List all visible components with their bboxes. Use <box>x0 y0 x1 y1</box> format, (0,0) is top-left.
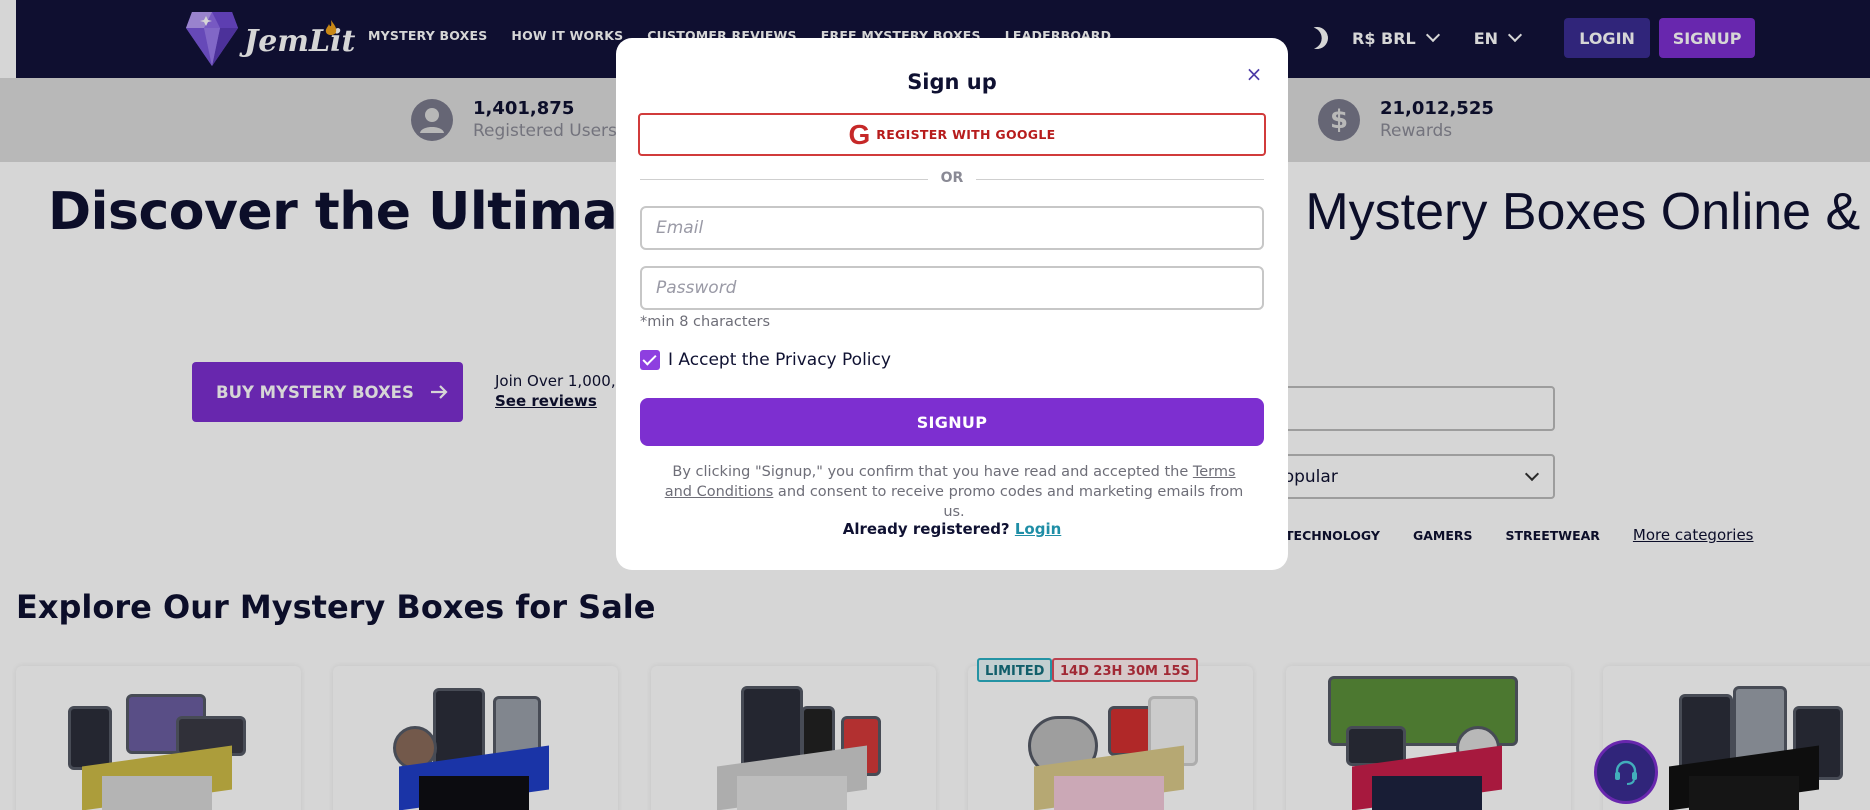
terms-notice: By clicking "Signup," you confirm that y… <box>664 462 1244 522</box>
already-registered-text: Already registered? <box>842 520 1015 538</box>
google-icon: G <box>848 118 871 150</box>
terms-text-after: and consent to receive promo codes and m… <box>773 484 1244 520</box>
email-field[interactable]: Email <box>640 206 1264 250</box>
signup-submit-button[interactable]: SIGNUP <box>640 398 1264 446</box>
google-button-label: REGISTER WITH GOOGLE <box>876 127 1056 142</box>
privacy-policy-label[interactable]: I Accept the Privacy Policy <box>668 350 891 370</box>
or-separator: OR <box>928 170 976 186</box>
privacy-policy-row: I Accept the Privacy Policy <box>640 350 891 370</box>
close-icon[interactable]: × <box>1244 62 1264 86</box>
privacy-policy-checkbox[interactable] <box>640 350 660 370</box>
register-with-google-button[interactable]: G REGISTER WITH GOOGLE <box>638 113 1266 156</box>
password-field[interactable]: Password <box>640 266 1264 310</box>
already-registered: Already registered? Login <box>616 520 1288 538</box>
modal-title: Sign up <box>907 70 997 94</box>
password-hint: *min 8 characters <box>640 314 771 330</box>
signup-modal: Sign up × G REGISTER WITH GOOGLE OR Emai… <box>616 38 1288 570</box>
terms-text-before: By clicking "Signup," you confirm that y… <box>672 464 1193 480</box>
login-link[interactable]: Login <box>1015 520 1061 538</box>
